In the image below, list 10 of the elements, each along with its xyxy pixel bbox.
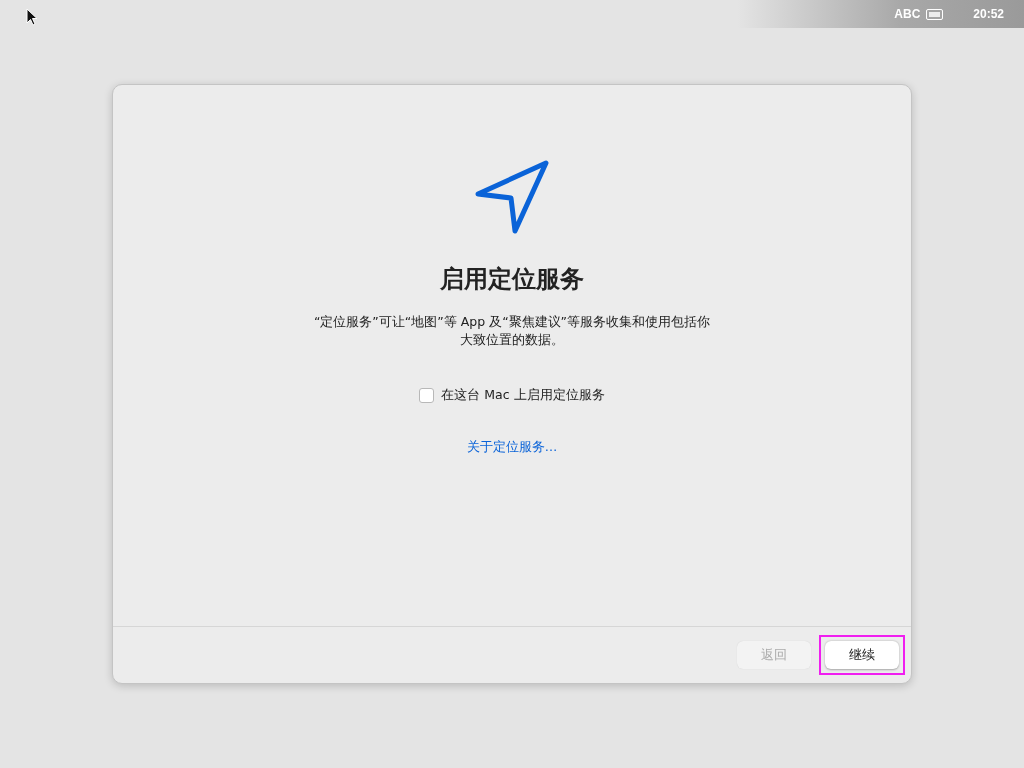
location-arrow-icon <box>474 159 550 235</box>
mouse-pointer-icon <box>26 8 38 26</box>
about-location-link[interactable]: 关于定位服务… <box>466 439 558 456</box>
location-checkbox[interactable] <box>419 388 435 403</box>
continue-button[interactable]: 继续 <box>825 641 899 669</box>
description-text: “定位服务”可让“地图”等 App 及“聚焦建议”等服务收集和使用包括你大致位置的数据。 <box>312 313 712 349</box>
checkbox-label[interactable]: 在这台 Mac 上启用定位服务 <box>441 387 605 404</box>
keyboard-icon[interactable] <box>926 8 944 20</box>
clock-time: 20:52 <box>973 7 1004 21</box>
dialog-title: 启用定位服务 <box>440 264 584 295</box>
